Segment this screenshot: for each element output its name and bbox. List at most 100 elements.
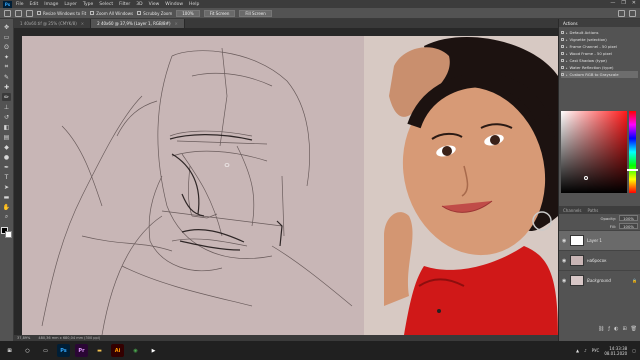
- action-item[interactable]: ▸ Default Actions: [561, 29, 638, 36]
- zoom-tool-icon[interactable]: [4, 9, 11, 17]
- action-item[interactable]: ▸ Water Reflection (type): [561, 64, 638, 71]
- zoom-100-button[interactable]: 100%: [176, 9, 200, 17]
- menu-item-type[interactable]: Type: [83, 2, 93, 7]
- wand-icon[interactable]: ✦: [2, 53, 11, 61]
- tab-document-1[interactable]: 1 40x60.tif @ 25% (CMYK/8) ×: [14, 19, 92, 28]
- action-item[interactable]: ▸ Wood Frame - 50 pixel: [561, 50, 638, 57]
- sketch-canvas[interactable]: [22, 36, 378, 335]
- pen-icon[interactable]: ✒: [2, 163, 11, 171]
- close-tab-icon[interactable]: ×: [175, 21, 178, 26]
- menu-item-view[interactable]: View: [149, 2, 160, 7]
- dodge-icon[interactable]: ●: [2, 153, 11, 161]
- heal-icon[interactable]: ✚: [2, 83, 11, 91]
- zoom-in-icon[interactable]: [15, 9, 22, 17]
- disclosure-triangle-icon[interactable]: ▸: [566, 59, 568, 63]
- fx-icon[interactable]: ƒ: [608, 326, 610, 332]
- photoshop-icon[interactable]: Ps: [57, 344, 70, 357]
- visibility-eye-icon[interactable]: ◉: [562, 278, 567, 284]
- zoom-out-icon[interactable]: [26, 9, 33, 17]
- checkbox-icon[interactable]: [561, 52, 564, 55]
- crop-icon[interactable]: ⌗: [2, 63, 11, 71]
- checkbox-icon[interactable]: [561, 73, 564, 76]
- disclosure-triangle-icon[interactable]: ▸: [566, 38, 568, 42]
- fill-screen-button[interactable]: Fill Screen: [239, 9, 272, 17]
- hue-slider-handle[interactable]: [627, 169, 638, 171]
- brush-icon[interactable]: ✏: [2, 93, 11, 101]
- notifications-icon[interactable]: ▢: [632, 348, 636, 353]
- minimize-button[interactable]: —: [610, 0, 615, 6]
- menu-item-window[interactable]: Window: [165, 2, 183, 7]
- zoom-level[interactable]: 37,89%: [17, 336, 30, 340]
- scrubby-zoom-checkbox[interactable]: Scrubby Zoom: [137, 11, 172, 16]
- menu-item-image[interactable]: Image: [44, 2, 58, 7]
- taskview-icon[interactable]: ▭: [39, 344, 52, 357]
- zoom-icon[interactable]: ⌕: [2, 213, 11, 221]
- tab-paths[interactable]: Paths: [588, 208, 599, 213]
- menu-item-filter[interactable]: Filter: [119, 2, 130, 7]
- move-icon[interactable]: ✥: [2, 23, 11, 31]
- opacity-field[interactable]: 100%: [619, 215, 638, 221]
- fill-field[interactable]: 100%: [619, 223, 638, 229]
- explorer-icon[interactable]: ▬: [93, 344, 106, 357]
- menu-item-3d[interactable]: 3D: [136, 2, 142, 7]
- zoom-all-checkbox[interactable]: Zoom All Windows: [90, 11, 133, 16]
- eraser-icon[interactable]: ◧: [2, 123, 11, 131]
- disclosure-triangle-icon[interactable]: ▸: [566, 73, 568, 77]
- windows-icon[interactable]: ⊞: [3, 344, 16, 357]
- mask-icon[interactable]: ◐: [614, 326, 618, 332]
- link-icon[interactable]: ⛓: [598, 326, 604, 332]
- shape-icon[interactable]: ▬: [2, 193, 11, 201]
- disclosure-triangle-icon[interactable]: ▸: [566, 31, 568, 35]
- history-brush-icon[interactable]: ↺: [2, 113, 11, 121]
- volume-icon[interactable]: ♪: [584, 348, 587, 353]
- hand-icon[interactable]: ✋: [2, 203, 11, 211]
- network-icon[interactable]: ▲: [576, 348, 579, 353]
- menu-item-file[interactable]: File: [16, 2, 24, 7]
- checkbox-icon[interactable]: [561, 38, 564, 41]
- background-color[interactable]: [5, 231, 12, 238]
- hue-slider[interactable]: [627, 111, 638, 193]
- menu-item-help[interactable]: Help: [189, 2, 199, 7]
- tab-document-2[interactable]: 2 40x60 @ 37,9% (Layer 1, RGB/8#) ×: [91, 19, 185, 28]
- menu-item-edit[interactable]: Edit: [30, 2, 39, 7]
- action-item[interactable]: ▸ Cast Shadow (type): [561, 57, 638, 64]
- search-icon[interactable]: ○: [21, 344, 34, 357]
- illustrator-icon[interactable]: Ai: [111, 344, 124, 357]
- marquee-icon[interactable]: ▭: [2, 33, 11, 41]
- blur-icon[interactable]: ◆: [2, 143, 11, 151]
- menu-item-select[interactable]: Select: [99, 2, 113, 7]
- trash-icon[interactable]: 🗑: [631, 326, 637, 332]
- menu-item-layer[interactable]: Layer: [64, 2, 77, 7]
- close-button[interactable]: ✕: [632, 0, 636, 6]
- path-select-icon[interactable]: ➤: [2, 183, 11, 191]
- tab-actions[interactable]: Actions: [563, 21, 578, 26]
- clock[interactable]: 14:33:38 08.01.2020: [604, 346, 627, 356]
- color-picker-field[interactable]: [561, 111, 627, 193]
- checkbox-icon[interactable]: [561, 59, 564, 62]
- close-tab-icon[interactable]: ×: [81, 21, 84, 26]
- layer-row[interactable]: ◉ Layer 1: [559, 230, 640, 250]
- checkbox-icon[interactable]: [561, 66, 564, 69]
- color-picker-marker[interactable]: [584, 176, 588, 180]
- new-layer-icon[interactable]: ⊞: [622, 326, 626, 332]
- layer-row[interactable]: ◉ набросок: [559, 250, 640, 270]
- fit-screen-button[interactable]: Fit Screen: [203, 9, 236, 17]
- gradient-icon[interactable]: ▤: [2, 133, 11, 141]
- tab-channels[interactable]: Channels: [563, 208, 582, 213]
- eyedropper-icon[interactable]: ✎: [2, 73, 11, 81]
- action-item[interactable]: ▸ Custom RGB to Grayscale: [561, 71, 638, 78]
- disclosure-triangle-icon[interactable]: ▸: [566, 66, 568, 70]
- layer-row[interactable]: ◉ Background 🔒: [559, 270, 640, 290]
- language-indicator[interactable]: РУС: [592, 348, 600, 353]
- disclosure-triangle-icon[interactable]: ▸: [566, 45, 568, 49]
- visibility-eye-icon[interactable]: ◉: [562, 238, 567, 244]
- lock-icon[interactable]: 🔒: [632, 278, 637, 283]
- maximize-button[interactable]: ❐: [621, 0, 625, 6]
- canvas-workspace[interactable]: [14, 28, 558, 335]
- chrome-icon[interactable]: ◉: [129, 344, 142, 357]
- color-swatches[interactable]: [1, 227, 12, 238]
- search-icon[interactable]: [618, 9, 625, 17]
- visibility-eye-icon[interactable]: ◉: [562, 258, 567, 264]
- action-item[interactable]: ▸ Frame Channel - 50 pixel: [561, 43, 638, 50]
- disclosure-triangle-icon[interactable]: ▸: [566, 52, 568, 56]
